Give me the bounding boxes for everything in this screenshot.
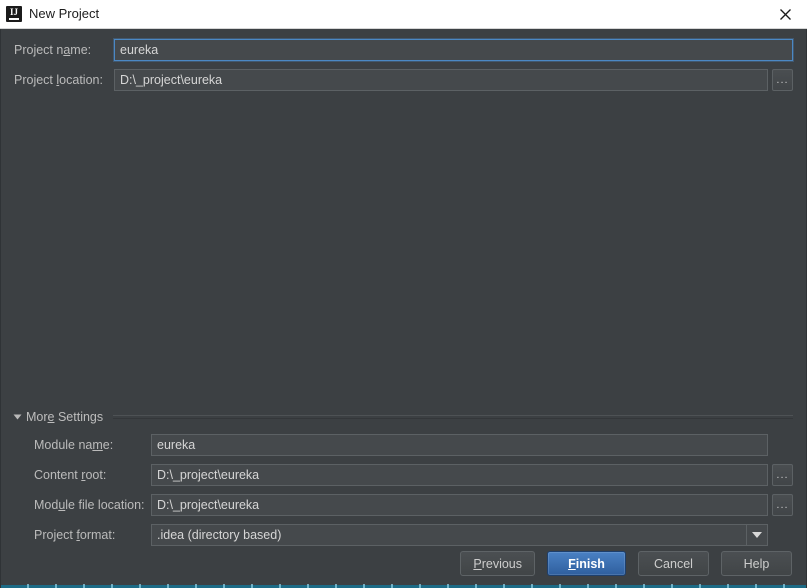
finish-button[interactable]: Finish (547, 551, 626, 576)
more-settings-toggle[interactable]: More Settings (13, 409, 793, 425)
module-file-location-input[interactable]: D:\_project\eureka (151, 494, 768, 516)
project-location-row: Project location: D:\_project\eureka ... (1, 69, 806, 91)
more-settings-form: Module name: eureka Content root: D:\_pr… (1, 434, 806, 554)
module-name-input[interactable]: eureka (151, 434, 768, 456)
project-format-value: .idea (directory based) (157, 528, 282, 542)
content-root-label: Content root: (34, 468, 107, 482)
project-format-select[interactable]: .idea (directory based) (151, 524, 768, 546)
more-settings-label: More Settings (26, 410, 104, 424)
project-format-row: Project format: .idea (directory based) (1, 524, 806, 546)
new-project-dialog: IJ New Project Project name: eureka Proj… (0, 0, 807, 588)
previous-button[interactable]: Previous (460, 551, 535, 576)
chevron-down-icon[interactable] (746, 525, 767, 545)
cancel-button[interactable]: Cancel (638, 551, 709, 576)
project-location-label: Project location: (14, 73, 103, 87)
content-root-browse-button[interactable]: ... (772, 464, 793, 486)
module-file-location-browse-button[interactable]: ... (772, 494, 793, 516)
window-title: New Project (29, 6, 100, 21)
module-file-location-row: Module file location: D:\_project\eureka… (1, 494, 806, 516)
content-root-row: Content root: D:\_project\eureka ... (1, 464, 806, 486)
project-name-row: Project name: eureka (1, 39, 806, 61)
project-format-label: Project format: (34, 528, 116, 542)
project-location-input[interactable]: D:\_project\eureka (114, 69, 768, 91)
chevron-down-icon (13, 414, 22, 420)
module-name-label: Module name: (34, 438, 114, 452)
dialog-footer: Previous Finish Cancel Help (460, 551, 792, 576)
dialog-body: Project name: eureka Project location: D… (0, 29, 807, 588)
help-button[interactable]: Help (721, 551, 792, 576)
module-name-row: Module name: eureka (1, 434, 806, 456)
content-root-input[interactable]: D:\_project\eureka (151, 464, 768, 486)
more-settings-separator (113, 415, 793, 419)
module-file-location-label: Module file location: (34, 498, 145, 512)
project-location-browse-button[interactable]: ... (772, 69, 793, 91)
titlebar: IJ New Project (0, 0, 807, 29)
project-name-input[interactable]: eureka (114, 39, 793, 61)
project-name-label: Project name: (14, 43, 92, 57)
intellij-idea-logo-icon: IJ (6, 6, 22, 22)
close-icon[interactable] (763, 0, 807, 28)
background-window-strip (1, 582, 806, 588)
project-settings-form: Project name: eureka Project location: D… (1, 39, 806, 99)
